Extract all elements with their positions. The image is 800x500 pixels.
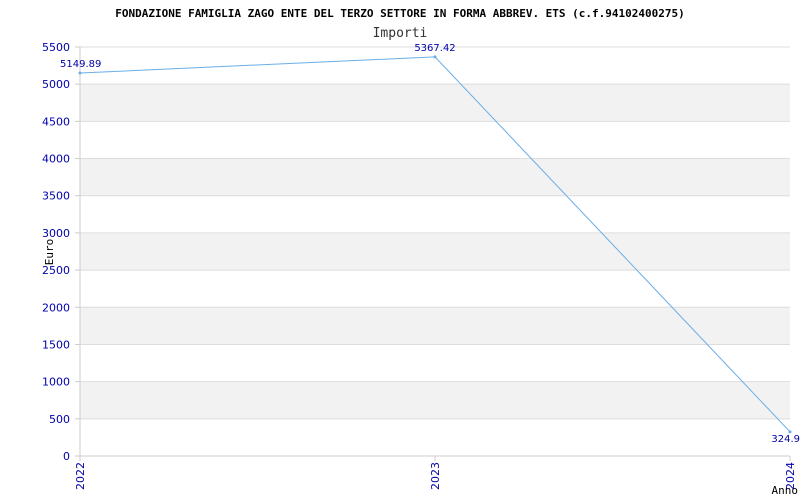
grid-band [80,418,790,456]
data-point [78,71,82,75]
y-tick-label: 500 [49,413,70,426]
y-tick-label: 2000 [42,301,70,314]
chart-title: FONDAZIONE FAMIGLIA ZAGO ENTE DEL TERZO … [115,7,685,20]
x-tick-label: 2023 [429,462,442,490]
grid-band [80,381,790,419]
grid-band [80,344,790,382]
grid-band [80,195,790,233]
y-axis-label: Euro [43,239,56,266]
x-tick-labels: 2022 2023 2024 [74,456,797,490]
y-tick-label: 5500 [42,41,70,54]
y-tick-label: 3000 [42,227,70,240]
data-label: 324.9 [771,434,800,445]
grid-band [80,307,790,345]
grid-band [80,158,790,196]
y-tick-label: 1500 [42,338,70,351]
y-tick-label: 4500 [42,115,70,128]
grid-band [80,84,790,122]
grid-band [80,232,790,271]
grid-band [80,270,790,308]
x-tick-label: 2022 [74,462,87,490]
y-tick-label: 1000 [42,376,70,389]
y-tick-label: 2500 [42,264,70,277]
line-chart: FONDAZIONE FAMIGLIA ZAGO ENTE DEL TERZO … [42,7,800,497]
data-label: 5367.42 [414,43,455,54]
y-tick-label: 5000 [42,78,70,91]
data-label: 5149.89 [60,59,101,70]
data-point [433,55,437,59]
x-tick-label: 2024 [784,462,797,490]
y-tick-label: 4000 [42,153,70,166]
chart-subtitle: Importi [373,26,428,41]
y-tick-label: 3500 [42,190,70,203]
grid-band [80,121,790,159]
y-tick-label: 0 [63,450,70,463]
grid-bands [80,47,790,456]
